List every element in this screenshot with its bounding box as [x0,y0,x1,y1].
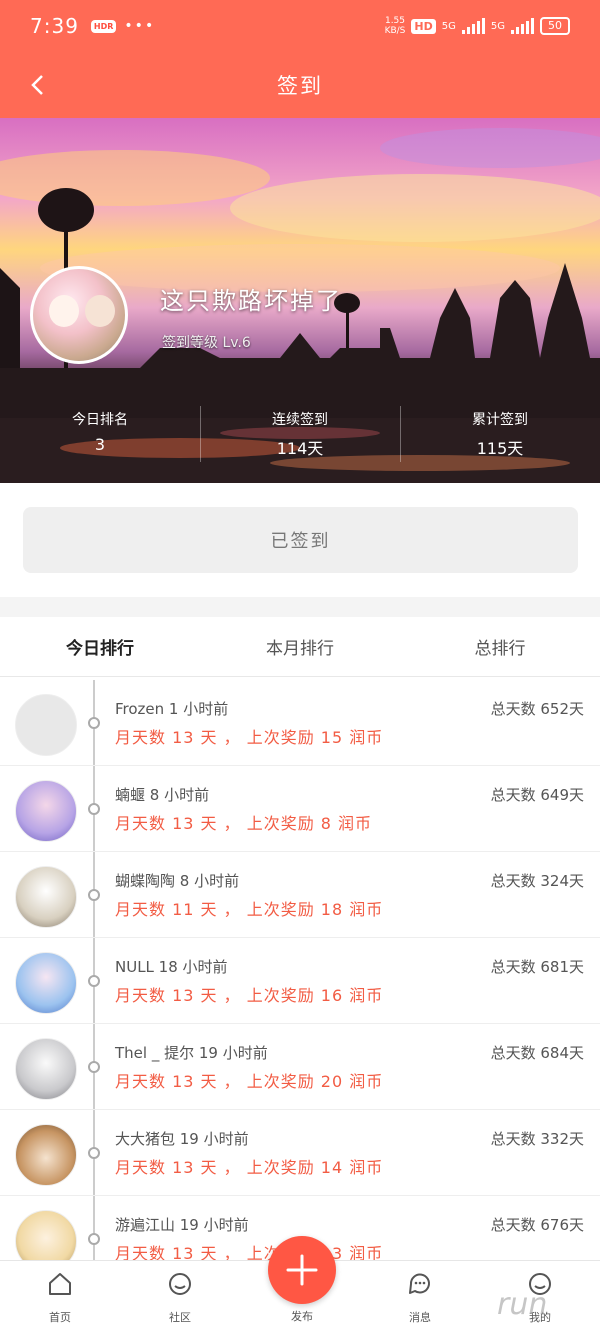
ranking-tabs: 今日排行 本月排行 总排行 [0,617,600,677]
item-name: Thel _ 提尔 19 小时前 [115,1044,268,1062]
ranking-list: Frozen 1 小时前 总天数 652天 月天数 13 天 ， 上次奖励 15… [0,680,600,1260]
list-item[interactable]: Frozen 1 小时前 总天数 652天 月天数 13 天 ， 上次奖励 15… [0,680,600,766]
page-title: 签到 [277,74,323,98]
home-icon [49,1273,71,1295]
item-info: 月天数 13 天 ， 上次奖励 8 润币 [115,814,373,833]
avatar[interactable] [15,1210,77,1260]
timeline-dot [88,975,100,987]
item-name: 蝴蝶陶陶 8 小时前 [115,872,240,890]
item-info: 月天数 13 天 ， 上次奖励 14 润币 [115,1158,384,1177]
more-notifications-icon: ••• [124,18,156,34]
signal-icon-2 [511,18,534,34]
user-level: 签到等级 Lv.6 [162,335,251,351]
network-type-2: 5G [490,20,505,32]
item-name: 大大猪包 19 小时前 [115,1130,249,1148]
list-item[interactable]: 大大猪包 19 小时前 总天数 332天 月天数 13 天 ， 上次奖励 14 … [0,1110,600,1196]
item-name: NULL 18 小时前 [115,958,228,976]
item-total: 总天数 681天 [490,958,584,976]
network-type-1: 5G [441,20,456,32]
status-time: 7:39 [30,14,79,38]
publish-label: 发布 [291,1310,313,1323]
item-name: 蝻蝘 8 小时前 [115,786,210,804]
item-total: 总天数 324天 [490,872,584,890]
stat-label: 今日排名 [72,412,128,428]
message-icon [409,1273,430,1294]
item-name: 游遍江山 19 小时前 [115,1216,249,1234]
section-divider [0,597,600,617]
tab-total[interactable]: 总排行 [400,634,600,659]
avatar[interactable] [15,694,77,756]
list-item[interactable]: NULL 18 小时前 总天数 681天 月天数 13 天 ， 上次奖励 16 … [0,938,600,1024]
signal-icon [461,18,485,34]
list-item[interactable]: Thel _ 提尔 19 小时前 总天数 684天 月天数 13 天 ， 上次奖… [0,1024,600,1110]
community-icon [169,1273,191,1295]
nav-messages[interactable]: 消息 [360,1261,480,1333]
timeline-dot [88,717,100,729]
tab-month[interactable]: 本月排行 [200,634,400,659]
item-info: 月天数 13 天 ， 上次奖励 13 润币 [115,1244,384,1260]
nav-label: 社区 [169,1311,191,1324]
item-total: 总天数 684天 [490,1044,584,1062]
plus-icon [286,1254,318,1286]
network-speed: 1.55 KB/S [384,16,406,36]
item-info: 月天数 13 天 ， 上次奖励 20 润币 [115,1072,384,1091]
item-info: 月天数 11 天 ， 上次奖励 18 润币 [115,900,384,919]
item-total: 总天数 676天 [490,1216,584,1234]
avatar[interactable] [15,780,77,842]
hdr-badge: HDR [90,19,117,33]
avatar[interactable] [15,1124,77,1186]
stat-value: 114天 [276,439,324,458]
tab-today[interactable]: 今日排行 [0,634,200,659]
stat-label: 累计签到 [472,412,528,428]
item-info: 月天数 13 天 ， 上次奖励 16 润币 [115,986,384,1005]
item-name: Frozen 1 小时前 [115,700,229,718]
hd-voice-icon: HD [411,18,436,34]
nav-label: 首页 [49,1311,71,1324]
item-total: 总天数 652天 [490,700,584,718]
sign-stats: 今日排名 3 连续签到 114天 累计签到 115天 [0,406,600,466]
publish-button[interactable] [268,1236,336,1304]
profile-banner: 这只欺路坏掉了 签到等级 Lv.6 今日排名 3 连续签到 114天 累计签到 … [0,118,600,483]
stat-total: 累计签到 115天 [400,406,600,466]
stat-label: 连续签到 [272,412,328,428]
signed-button[interactable]: 已签到 [23,507,578,573]
user-name: 这只欺路坏掉了 [160,287,342,315]
nav-home[interactable]: 首页 [0,1261,120,1333]
nav-community[interactable]: 社区 [120,1261,240,1333]
avatar[interactable] [15,952,77,1014]
status-bar: 7:39 HDR ••• 1.55 KB/S HD 5G 5G 50 [0,0,600,52]
list-item[interactable]: 蝴蝶陶陶 8 小时前 总天数 324天 月天数 11 天 ， 上次奖励 18 润… [0,852,600,938]
item-total: 总天数 332天 [490,1130,584,1148]
timeline-dot [88,1147,100,1159]
battery-icon: 50 [540,17,570,35]
user-avatar[interactable] [30,266,128,364]
item-total: 总天数 649天 [490,786,584,804]
avatar[interactable] [15,1038,77,1100]
stat-value: 3 [94,435,106,454]
chevron-left-icon[interactable] [22,68,52,102]
stat-value: 115天 [476,439,524,458]
timeline-dot [88,803,100,815]
timeline-dot [88,889,100,901]
timeline-dot [88,1061,100,1073]
top-bar: 签到 [0,52,600,118]
stat-today-rank: 今日排名 3 [0,406,200,466]
list-item[interactable]: 蝻蝘 8 小时前 总天数 649天 月天数 13 天 ， 上次奖励 8 润币 [0,766,600,852]
avatar[interactable] [15,866,77,928]
stat-continuous: 连续签到 114天 [200,406,400,466]
item-info: 月天数 13 天 ， 上次奖励 15 润币 [115,728,384,747]
watermark: run [497,1287,548,1322]
nav-label: 消息 [409,1311,431,1324]
timeline-dot [88,1233,100,1245]
